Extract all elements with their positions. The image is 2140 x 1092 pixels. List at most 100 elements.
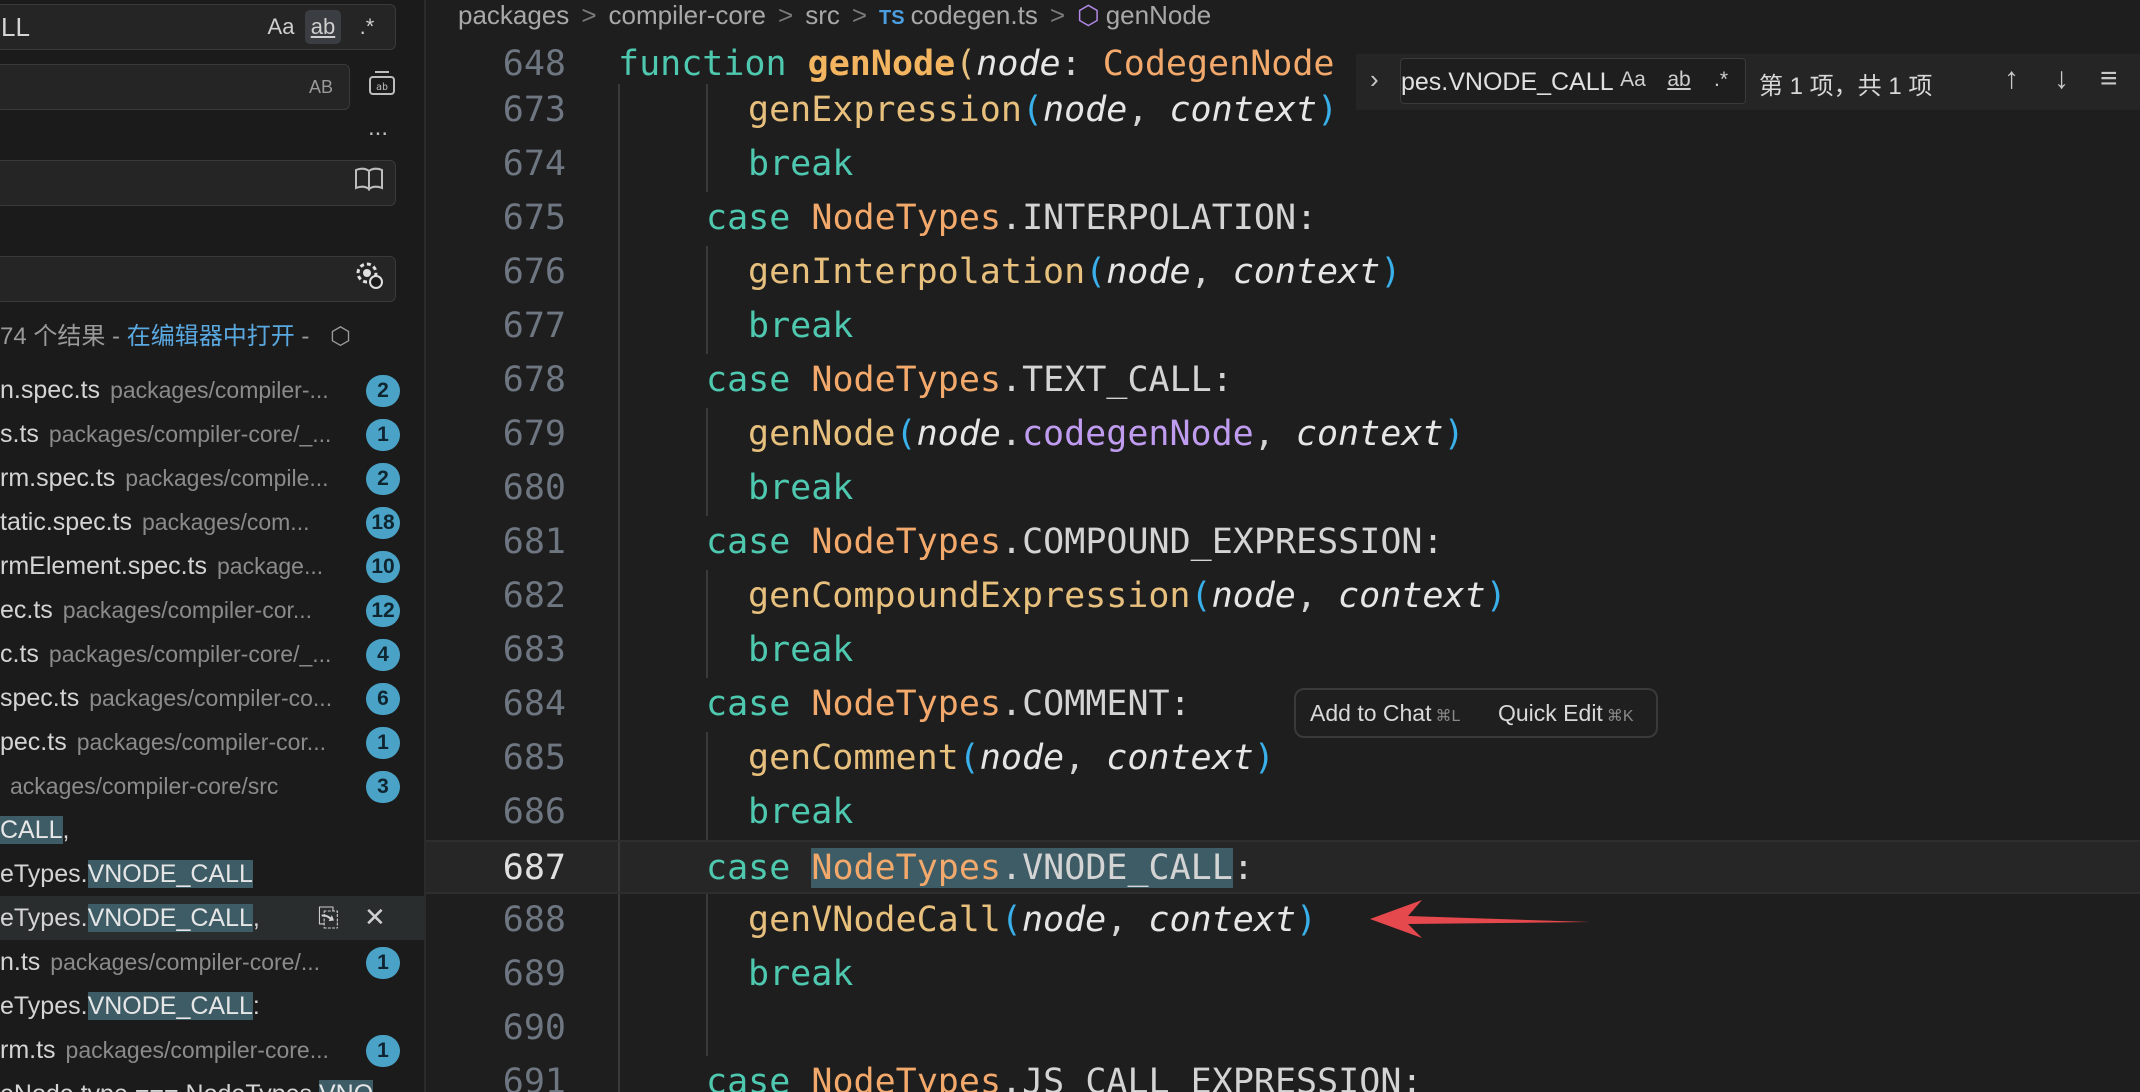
replace-input[interactable]: AB [0, 64, 350, 110]
code-line[interactable]: 675 case NodeTypes.INTERPOLATION: [426, 192, 2140, 246]
breadcrumb-item-compiler-core[interactable]: compiler-core [609, 0, 767, 30]
search-result-file[interactable]: s.ts packages/compiler-core/_... 1 [0, 412, 424, 456]
search-result-file[interactable]: ec.ts packages/compiler-cor... 12 [0, 588, 424, 632]
breadcrumb-item-file[interactable]: codegen.ts [911, 0, 1038, 30]
search-result-match[interactable]: eTypes.VNODE_CALL: [0, 984, 424, 1028]
result-file-name: spec.ts packages/compiler-co... [0, 684, 333, 712]
line-number: 677 [502, 306, 566, 346]
toggle-replace-chevron-icon[interactable]: › [1370, 64, 1379, 95]
code-line[interactable]: 685 genComment(node, context) [426, 732, 2140, 786]
code-text: case NodeTypes.JS_CALL_EXPRESSION: [706, 1062, 1423, 1092]
search-result-file[interactable]: rmElement.spec.ts package... 10 [0, 544, 424, 588]
open-editors-book-icon[interactable] [349, 163, 389, 203]
indent-guide [618, 732, 620, 786]
code-line[interactable]: 689 break [426, 948, 2140, 1002]
result-count-badge: 6 [366, 683, 400, 715]
code-line[interactable]: 690 [426, 1002, 2140, 1056]
indent-guide [618, 1056, 620, 1092]
breadcrumb-separator: > [778, 0, 794, 30]
open-in-editor-link[interactable]: 在编辑器中打开 [127, 323, 295, 350]
search-result-match[interactable]: eNode.type === NodeTypes.VNO [0, 1072, 424, 1092]
result-file-path: packages/compiler-core/_... [48, 421, 332, 447]
code-line[interactable]: 681 case NodeTypes.COMPOUND_EXPRESSION: [426, 516, 2140, 570]
indent-guide [618, 138, 620, 192]
more-options-icon[interactable]: ... [358, 108, 398, 148]
code-line[interactable]: 683 break [426, 624, 2140, 678]
code-line[interactable]: 688 genVNodeCall(node, context) [426, 894, 2140, 948]
code-line[interactable]: 674 break [426, 138, 2140, 192]
search-result-file[interactable]: ackages/compiler-core/src 3 [0, 764, 424, 808]
code-line[interactable]: 680 break [426, 462, 2140, 516]
svg-text:ab: ab [376, 82, 388, 93]
code-line-current[interactable]: 687 case NodeTypes.VNODE_CALL: [426, 840, 2140, 894]
search-result-file[interactable]: c.ts packages/compiler-core/_... 4 [0, 632, 424, 676]
result-file-path: packages/compiler-core/_... [48, 641, 332, 667]
breadcrumb-item-packages[interactable]: packages [458, 0, 569, 30]
indent-guide [618, 1002, 620, 1056]
search-input[interactable]: LL Aa ab .* [0, 4, 396, 50]
search-sidebar: LL Aa ab .* AB ab ... 74 个结果 - 在编辑器中打开 -… [0, 0, 426, 1092]
code-line[interactable]: 682 genCompoundExpression(node, context) [426, 570, 2140, 624]
replace-all-icon[interactable]: ab [362, 68, 402, 108]
line-number: 685 [502, 738, 566, 778]
files-to-include-input[interactable] [0, 160, 396, 206]
line-number: 675 [502, 198, 566, 238]
previous-match-arrow-icon[interactable]: ↑ [2004, 62, 2019, 96]
code-line[interactable]: 677 break [426, 300, 2140, 354]
files-to-exclude-input[interactable] [0, 256, 396, 302]
search-result-file[interactable]: rm.spec.ts packages/compile... 2 [0, 456, 424, 500]
regex-toggle[interactable]: .* [349, 10, 385, 44]
match-preview: eTypes.VNODE_CALL [0, 860, 253, 888]
whole-word-toggle[interactable]: ab [305, 10, 341, 44]
match-case-toggle[interactable]: Aa [263, 10, 299, 44]
line-number: 678 [502, 360, 566, 400]
code-editor[interactable]: 648 function genNode(node: CodegenNode 6… [426, 38, 2140, 1092]
indent-guide [618, 948, 620, 1002]
search-result-file[interactable]: rm.ts packages/compiler-core... 1 [0, 1028, 424, 1072]
add-to-chat-button[interactable]: Add to Chat ⌘L [1310, 700, 1460, 727]
search-result-file[interactable]: tatic.spec.ts packages/com... 18 [0, 500, 424, 544]
find-whole-word-toggle[interactable]: ab [1661, 64, 1697, 96]
search-result-file[interactable]: pec.ts packages/compiler-cor... 1 [0, 720, 424, 764]
line-number: 681 [502, 522, 566, 562]
find-input[interactable]: pes.VNODE_CALL Aa ab .* [1400, 58, 1746, 104]
collapse-all-icon[interactable]: ⬡ [330, 323, 351, 350]
code-line[interactable]: 684 case NodeTypes.COMMENT: [426, 678, 2140, 732]
search-result-match[interactable]: CALL, [0, 808, 424, 852]
find-match-case-toggle[interactable]: Aa [1615, 64, 1651, 96]
search-result-file[interactable]: spec.ts packages/compiler-co... 6 [0, 676, 424, 720]
line-number: 673 [502, 90, 566, 130]
find-regex-toggle[interactable]: .* [1703, 64, 1739, 96]
code-text: case NodeTypes.COMMENT: [706, 684, 1191, 724]
search-result-file[interactable]: n.spec.ts packages/compiler-... 2 [0, 368, 424, 412]
indent-guide [618, 354, 620, 408]
preserve-case-toggle[interactable]: AB [303, 70, 339, 104]
code-line[interactable]: 678 case NodeTypes.TEXT_CALL: [426, 354, 2140, 408]
result-file-name: n.ts packages/compiler-core/... [0, 948, 321, 976]
indent-guide [618, 300, 620, 354]
breadcrumb-separator: > [581, 0, 597, 30]
result-count-badge: 1 [366, 947, 400, 979]
quick-edit-button[interactable]: Quick Edit ⌘K [1498, 700, 1634, 727]
indent-guide [618, 246, 620, 300]
indent-guide [706, 84, 708, 138]
exclude-settings-icon[interactable] [349, 259, 389, 299]
code-text: genNode(node.codegenNode, context) [748, 414, 1465, 454]
search-result-match[interactable]: eTypes.VNODE_CALL [0, 852, 424, 896]
replace-match-icon[interactable]: ⎘ [318, 902, 339, 934]
search-result-match[interactable]: eTypes.VNODE_CALL, ⎘ ✕ [0, 896, 424, 940]
find-in-selection-icon[interactable]: ≡ [2100, 62, 2118, 96]
next-match-arrow-icon[interactable]: ↓ [2054, 62, 2069, 96]
code-line[interactable]: 686 break [426, 786, 2140, 840]
code-line[interactable]: 679 genNode(node.codegenNode, context) [426, 408, 2140, 462]
indent-guide [706, 408, 708, 462]
dismiss-match-close-icon[interactable]: ✕ [364, 902, 386, 933]
breadcrumb-item-src[interactable]: src [805, 0, 840, 30]
indent-guide [618, 842, 620, 892]
code-text: break [748, 306, 854, 346]
code-line[interactable]: 676 genInterpolation(node, context) [426, 246, 2140, 300]
line-number: 684 [502, 684, 566, 724]
code-line[interactable]: 691 case NodeTypes.JS_CALL_EXPRESSION: [426, 1056, 2140, 1092]
breadcrumb-item-symbol[interactable]: genNode [1106, 0, 1212, 30]
search-result-file[interactable]: n.ts packages/compiler-core/... 1 [0, 940, 424, 984]
